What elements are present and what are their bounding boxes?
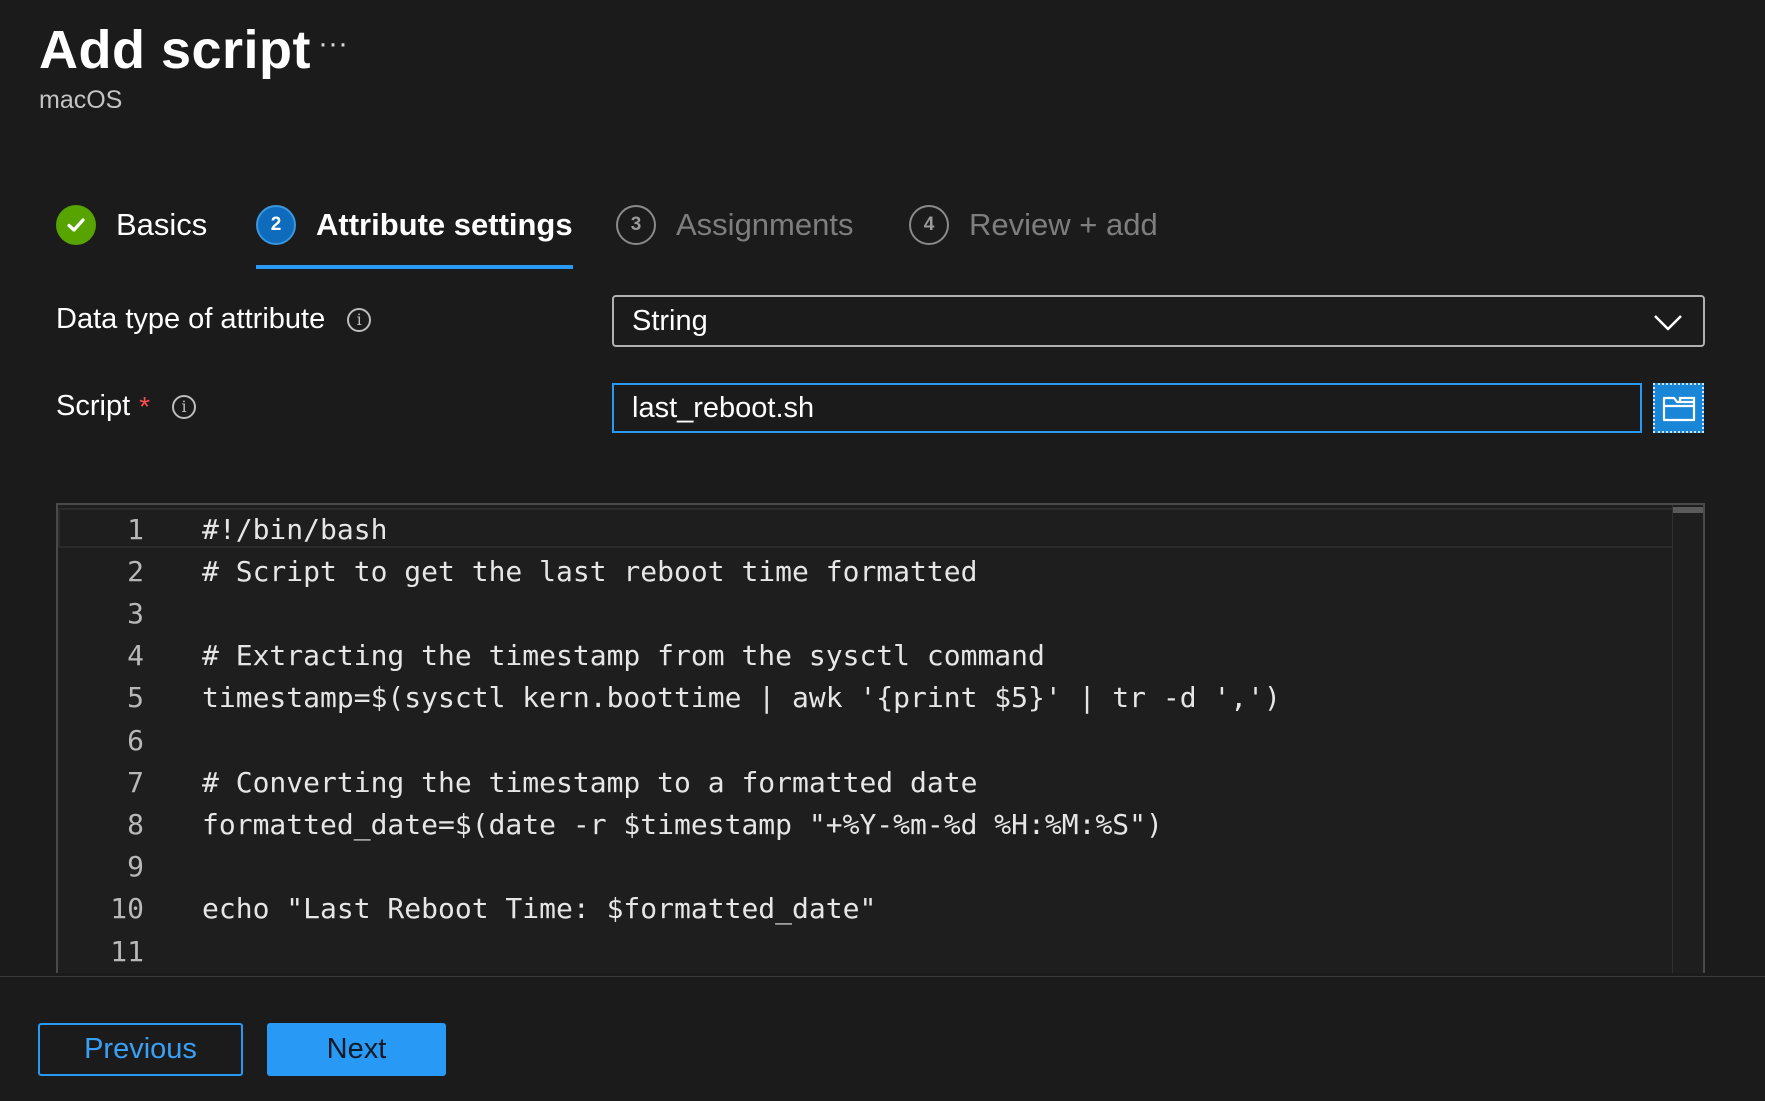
step-label: Review + add: [969, 207, 1158, 242]
line-number: 5: [127, 681, 144, 715]
required-indicator: *: [139, 390, 151, 422]
active-step-underline: [256, 265, 573, 269]
line-code: # Script to get the last reboot time for…: [202, 554, 978, 588]
step-label: Attribute settings: [316, 207, 573, 242]
checkmark-icon: [56, 205, 96, 245]
line-code: # Extracting the timestamp from the sysc…: [202, 639, 1045, 673]
data-type-selected-value: String: [632, 304, 708, 337]
code-line: 8 formatted_date=$(date -r $timestamp "+%…: [58, 803, 1658, 845]
next-button[interactable]: Next: [267, 1023, 446, 1076]
code-line: 7 # Converting the timestamp to a formatt…: [58, 761, 1658, 803]
footer: Previous Next: [0, 976, 1765, 1101]
wizard-steps: Basics 2 Attribute settings 3 Assignment…: [0, 190, 1765, 270]
step-number-icon: 2: [256, 205, 296, 245]
tab-assignments[interactable]: 3 Assignments: [616, 190, 853, 260]
code-line: 2 # Script to get the last reboot time fo…: [58, 550, 1658, 592]
line-number: 8: [127, 807, 144, 841]
ellipsis-icon: ···: [318, 27, 348, 60]
line-code: #!/bin/bash: [202, 512, 388, 546]
line-number: 2: [127, 554, 144, 588]
more-options-button[interactable]: ···: [303, 14, 363, 74]
info-icon[interactable]: i: [347, 307, 372, 332]
code-line: 11: [58, 930, 1658, 972]
code-line: 1 #!/bin/bash: [58, 508, 1658, 550]
line-code: # Converting the timestamp to a formatte…: [202, 765, 978, 799]
editor-scrollbar[interactable]: [1672, 505, 1703, 973]
tab-attribute-settings[interactable]: 2 Attribute settings: [256, 190, 573, 269]
page-title: Add script: [39, 20, 312, 80]
previous-button[interactable]: Previous: [38, 1023, 243, 1076]
page-subtitle: macOS: [39, 86, 123, 114]
tab-review-add[interactable]: 4 Review + add: [909, 190, 1158, 260]
code-line: 5 timestamp=$(sysctl kern.boottime | awk …: [58, 677, 1658, 719]
data-type-label: Data type of attribute: [56, 303, 326, 335]
code-line: 6: [58, 719, 1658, 761]
page-header: Add script: [39, 14, 311, 86]
code-line: 3: [58, 592, 1658, 634]
line-number: 9: [127, 850, 144, 884]
code-line: 4 # Extracting the timestamp from the sys…: [58, 635, 1658, 677]
line-number: 6: [127, 723, 144, 757]
code-line: 10 echo "Last Reboot Time: $formatted_dat…: [58, 888, 1658, 930]
line-number: 7: [127, 765, 144, 799]
step-label: Assignments: [676, 207, 854, 242]
line-number: 10: [110, 892, 144, 926]
info-icon[interactable]: i: [172, 394, 197, 419]
line-code: timestamp=$(sysctl kern.boottime | awk '…: [202, 681, 1281, 715]
tab-basics[interactable]: Basics: [56, 190, 207, 260]
step-label: Basics: [116, 207, 208, 242]
code-editor[interactable]: 1 #!/bin/bash 2 # Script to get the last re…: [56, 503, 1705, 973]
browse-file-button[interactable]: [1653, 383, 1704, 433]
line-number: 1: [127, 512, 144, 546]
line-number: 11: [110, 934, 144, 968]
line-number: 4: [127, 639, 144, 673]
chevron-down-icon: [1654, 315, 1682, 331]
scrollbar-thumb[interactable]: [1673, 507, 1703, 513]
line-code: formatted_date=$(date -r $timestamp "+%Y…: [202, 807, 1163, 841]
line-number: 3: [127, 596, 144, 630]
step-number-icon: 3: [616, 205, 656, 245]
script-file-input[interactable]: [612, 383, 1642, 433]
data-type-label-row: Data type of attribute i: [56, 303, 372, 336]
code-line: 9: [58, 846, 1658, 888]
line-code: echo "Last Reboot Time: $formatted_date": [202, 892, 877, 926]
step-number-icon: 4: [909, 205, 949, 245]
folder-icon: [1662, 396, 1695, 422]
script-label: Script: [56, 390, 131, 422]
script-label-row: Script * i: [56, 390, 197, 423]
data-type-dropdown[interactable]: String: [612, 295, 1705, 347]
